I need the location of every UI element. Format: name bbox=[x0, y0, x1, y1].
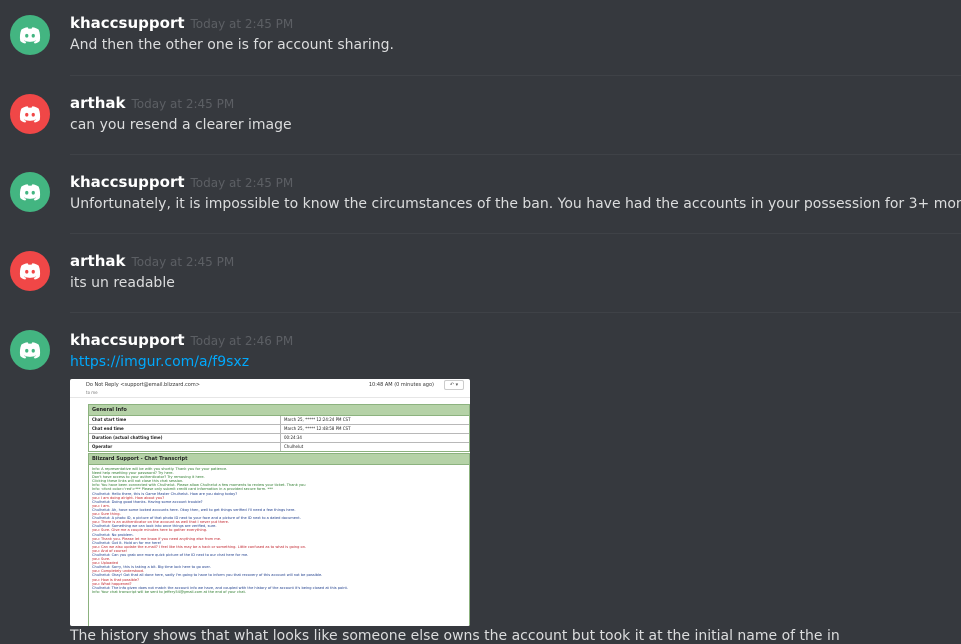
row-key: Operator bbox=[89, 443, 281, 451]
avatar[interactable] bbox=[10, 94, 50, 134]
table-row: Duration (actual chatting time) 00:24:34 bbox=[89, 434, 469, 443]
general-info-title: General Info bbox=[89, 405, 469, 416]
message-header: khaccsupport Today at 2:46 PM bbox=[70, 331, 293, 349]
username[interactable]: khaccsupport bbox=[70, 331, 185, 349]
message-link-line: https://imgur.com/a/f9sxz bbox=[70, 354, 249, 370]
email-from: Do Not Reply <support@email.blizzard.com… bbox=[86, 382, 200, 388]
email-date: 10:48 AM (0 minutes ago) bbox=[368, 382, 434, 388]
row-key: Chat end time bbox=[89, 425, 281, 433]
row-value: Chulhelut bbox=[284, 444, 304, 449]
transcript-title: Blizzard Support - Chat Transcript bbox=[89, 454, 469, 465]
message-divider bbox=[70, 233, 961, 234]
username[interactable]: khaccsupport bbox=[70, 173, 185, 191]
embedded-image[interactable]: Do Not Reply <support@email.blizzard.com… bbox=[70, 379, 470, 626]
username[interactable]: khaccsupport bbox=[70, 14, 185, 32]
email-divider bbox=[70, 397, 470, 398]
message-text: And then the other one is for account sh… bbox=[70, 37, 394, 53]
message-text: its un readable bbox=[70, 275, 175, 291]
avatar[interactable] bbox=[10, 15, 50, 55]
reply-icon: ↶ ▾ bbox=[444, 380, 464, 390]
transcript-table: Blizzard Support - Chat Transcript Info:… bbox=[88, 453, 470, 626]
transcript-lines: Info: A representative will be with you … bbox=[89, 465, 469, 596]
message-divider bbox=[70, 312, 961, 313]
row-value: 00:24:34 bbox=[284, 435, 302, 440]
table-row: Chat end time March 25, ***** 12:48:58 PM… bbox=[89, 425, 469, 434]
message-header: khaccsupport Today at 2:45 PM bbox=[70, 14, 293, 32]
discord-logo-icon bbox=[19, 263, 41, 280]
discord-logo-icon bbox=[19, 184, 41, 201]
avatar[interactable] bbox=[10, 172, 50, 212]
transcript-line: Info: Your chat transcript will be sent … bbox=[92, 589, 247, 594]
email-to: to me bbox=[86, 390, 98, 395]
message-divider bbox=[70, 154, 961, 155]
username[interactable]: arthak bbox=[70, 94, 125, 112]
row-value: March 25, ***** 12:48:58 PM CST bbox=[284, 426, 351, 431]
general-info-table: General Info Chat start time March 25, **… bbox=[88, 404, 470, 452]
avatar[interactable] bbox=[10, 251, 50, 291]
message-header: arthak Today at 2:45 PM bbox=[70, 252, 234, 270]
row-value: March 25, ***** 12:24:24 PM CST bbox=[284, 417, 351, 422]
table-row: Chat start time March 25, ***** 12:24:24 … bbox=[89, 416, 469, 425]
imgur-link[interactable]: https://imgur.com/a/f9sxz bbox=[70, 354, 249, 370]
message-header: khaccsupport Today at 2:45 PM bbox=[70, 173, 293, 191]
timestamp: Today at 2:45 PM bbox=[131, 255, 235, 269]
discord-logo-icon bbox=[19, 27, 41, 44]
username[interactable]: arthak bbox=[70, 252, 125, 270]
discord-logo-icon bbox=[19, 342, 41, 359]
timestamp: Today at 2:45 PM bbox=[131, 97, 235, 111]
timestamp: Today at 2:45 PM bbox=[190, 176, 294, 190]
message-text: can you resend a clearer image bbox=[70, 117, 292, 133]
table-row: Operator Chulhelut bbox=[89, 443, 469, 451]
row-key: Duration (actual chatting time) bbox=[89, 434, 281, 442]
message-header: arthak Today at 2:45 PM bbox=[70, 94, 234, 112]
discord-logo-icon bbox=[19, 106, 41, 123]
row-key: Chat start time bbox=[89, 416, 281, 424]
timestamp: Today at 2:46 PM bbox=[190, 334, 294, 348]
message-text: Unfortunately, it is impossible to know … bbox=[70, 196, 961, 212]
message-divider bbox=[70, 75, 961, 76]
message-text-partial: The history shows that what looks like s… bbox=[70, 628, 840, 644]
avatar[interactable] bbox=[10, 330, 50, 370]
timestamp: Today at 2:45 PM bbox=[190, 17, 294, 31]
